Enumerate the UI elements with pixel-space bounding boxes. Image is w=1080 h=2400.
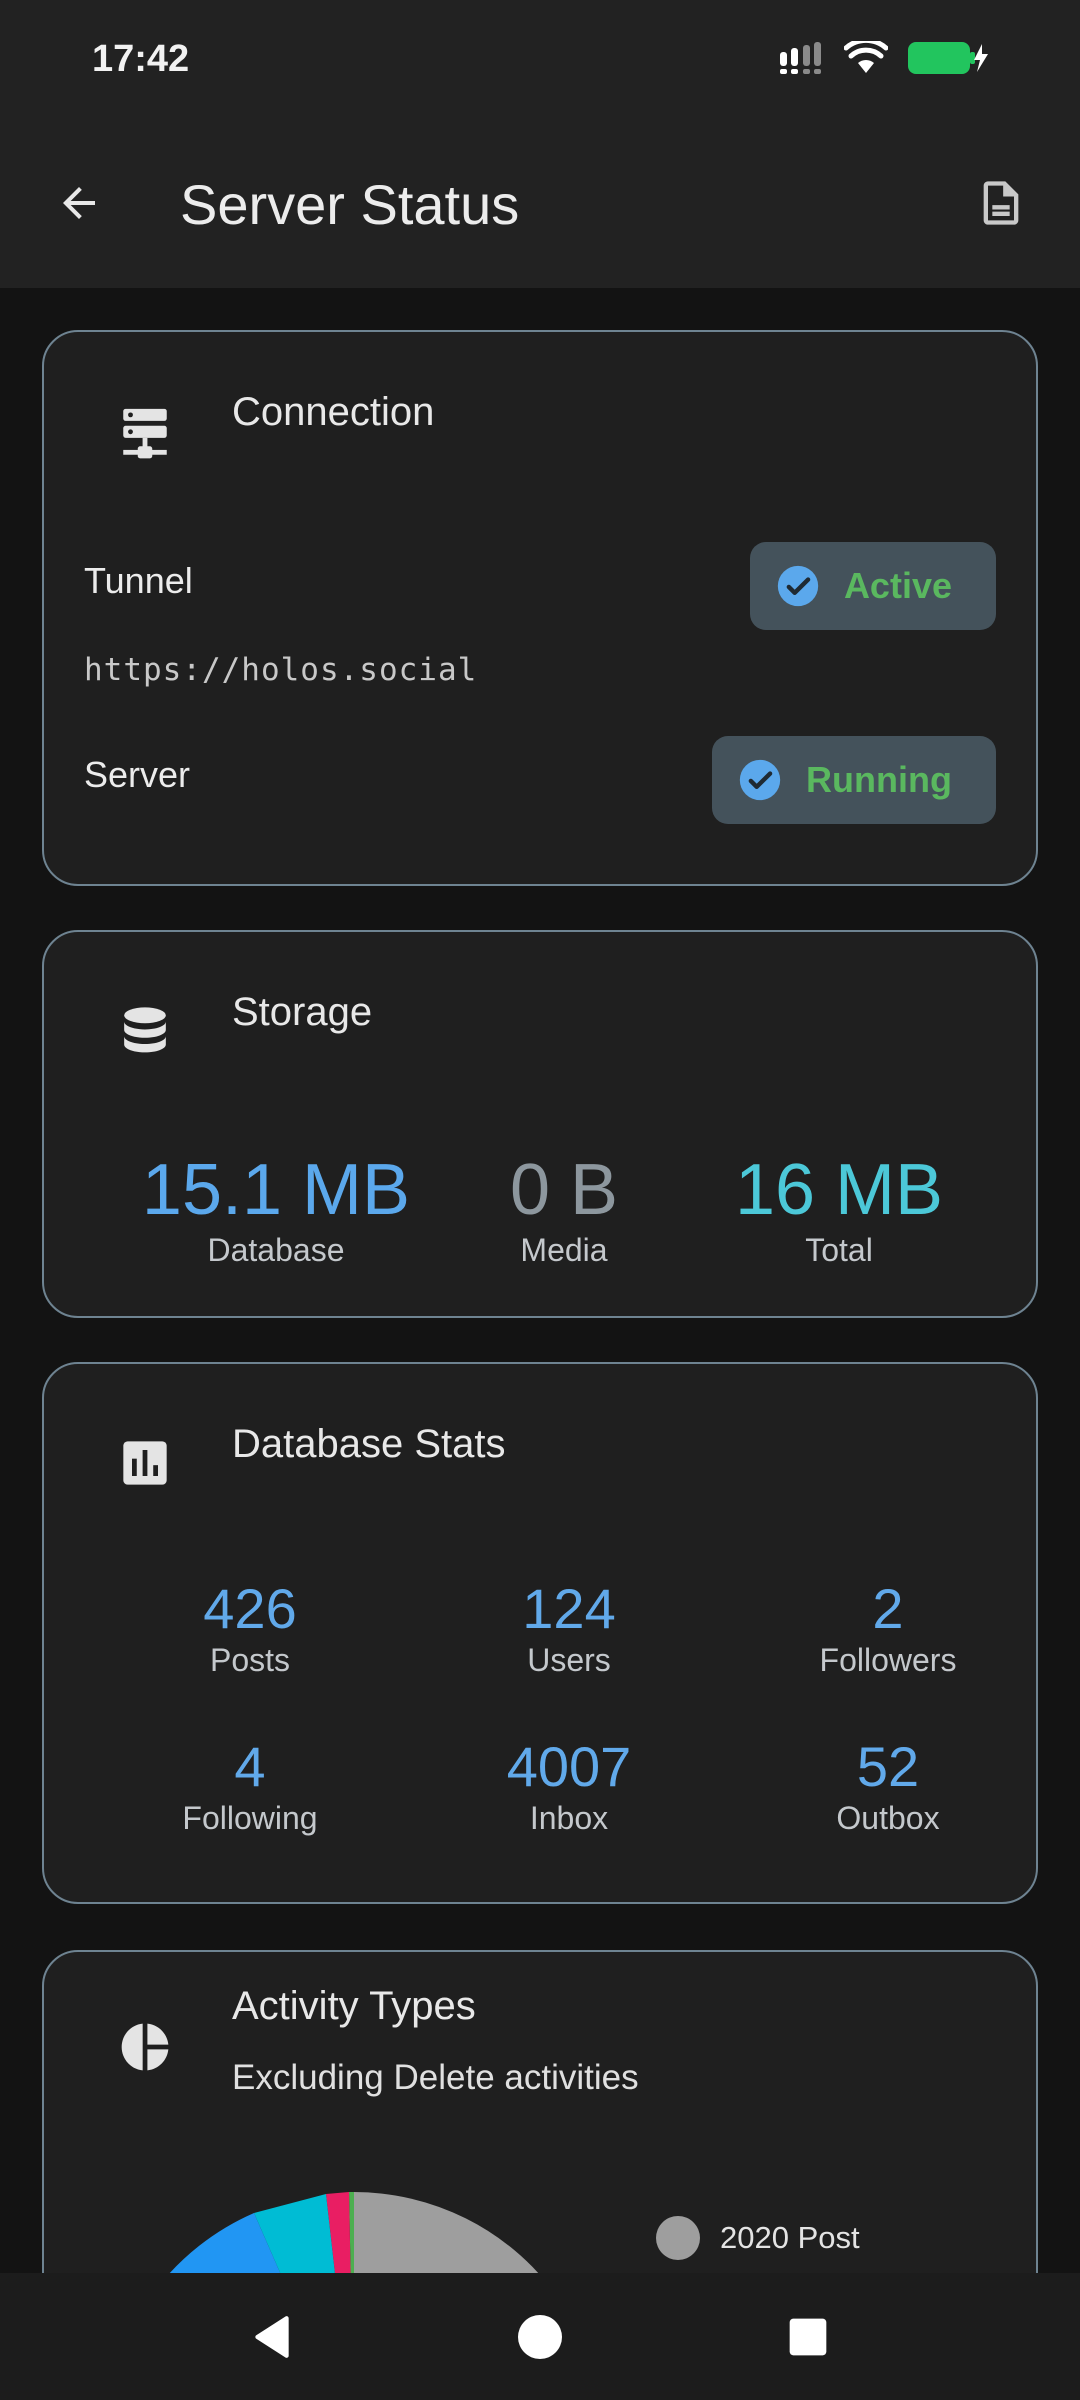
- status-time: 17:42: [92, 38, 190, 80]
- tunnel-status-badge: Active: [749, 542, 996, 630]
- storage-media-stat: 0 B Media: [464, 1150, 664, 1269]
- storage-total-label: Total: [805, 1232, 873, 1268]
- posts-stat: 426 Posts: [100, 1578, 400, 1679]
- storage-total-stat: 16 MB Total: [704, 1150, 974, 1269]
- server-icon: [110, 398, 180, 468]
- nav-back-icon: [255, 2316, 289, 2358]
- nav-home-button[interactable]: [504, 2301, 576, 2373]
- activity-types-subtitle: Excluding Delete activities: [232, 2058, 639, 2097]
- storage-media-value: 0 B: [509, 1150, 619, 1230]
- followers-value: 2: [872, 1577, 904, 1640]
- storage-card: Storage 15.1 MB Database 0 B Media 16 MB…: [42, 930, 1038, 1318]
- following-stat: 4 Following: [100, 1736, 400, 1837]
- followers-label: Followers: [819, 1642, 957, 1678]
- tunnel-label: Tunnel: [84, 560, 193, 601]
- posts-label: Posts: [209, 1642, 291, 1678]
- tunnel-url: https://holos.social: [84, 652, 478, 688]
- server-label: Server: [84, 754, 191, 795]
- inbox-stat: 4007 Inbox: [419, 1736, 719, 1837]
- connection-card: Connection Tunnel Active https://holos.s…: [42, 330, 1038, 886]
- inbox-label: Inbox: [529, 1800, 609, 1836]
- signal-icon: [778, 42, 824, 79]
- system-nav-bar: [0, 2273, 1080, 2400]
- storage-database-stat: 15.1 MB Database: [126, 1150, 426, 1269]
- logs-button[interactable]: [968, 170, 1034, 236]
- storage-database-label: Database: [207, 1232, 345, 1268]
- check-circle-icon: [739, 759, 781, 801]
- storage-total-value: 16 MB: [734, 1150, 944, 1230]
- legend-dot: [656, 2216, 700, 2260]
- outbox-value: 52: [856, 1735, 920, 1798]
- users-value: 124: [522, 1577, 616, 1640]
- pie-chart-icon: [110, 2012, 180, 2082]
- nav-home-icon: [518, 2315, 562, 2359]
- back-button[interactable]: [46, 170, 112, 236]
- activity-types-title: Activity Types: [232, 1984, 476, 2028]
- check-circle-icon: [777, 565, 819, 607]
- wifi-icon: [843, 37, 889, 80]
- activity-pie-chart: [169, 2192, 539, 2273]
- users-label: Users: [527, 1642, 611, 1678]
- following-value: 4: [234, 1735, 266, 1798]
- outbox-stat: 52 Outbox: [738, 1736, 1038, 1837]
- page-title: Server Status: [180, 173, 520, 236]
- nav-recents-button[interactable]: [772, 2301, 844, 2373]
- database-stats-title: Database Stats: [232, 1422, 506, 1466]
- status-icons: [778, 37, 990, 81]
- inbox-value: 4007: [506, 1735, 632, 1798]
- users-stat: 124 Users: [419, 1578, 719, 1679]
- nav-recents-icon: [789, 2318, 827, 2356]
- posts-value: 426: [203, 1577, 297, 1640]
- storage-media-label: Media: [520, 1232, 608, 1268]
- bar-chart-icon: [110, 1428, 180, 1498]
- tunnel-status-text: Active: [843, 565, 952, 606]
- server-status-badge: Running: [712, 736, 996, 824]
- following-label: Following: [182, 1800, 318, 1836]
- arrow-back-icon: [63, 187, 95, 219]
- activity-types-card: Activity Types Excluding Delete activiti…: [42, 1950, 1038, 2273]
- content-scroll[interactable]: Connection Tunnel Active https://holos.s…: [0, 288, 1080, 2273]
- server-status-text: Running: [806, 759, 952, 800]
- followers-stat: 2 Followers: [738, 1578, 1038, 1679]
- storage-title: Storage: [232, 990, 373, 1034]
- storage-database-value: 15.1 MB: [141, 1150, 411, 1230]
- app-bar: Server Status: [0, 110, 1080, 288]
- database-stats-card: Database Stats 426 Posts 124 Users 2 Fol…: [42, 1362, 1038, 1904]
- legend-item-post: 2020 Post: [656, 2216, 860, 2260]
- pie-slice-post: [354, 2192, 539, 2273]
- database-icon: [110, 998, 180, 1068]
- nav-back-button[interactable]: [236, 2301, 308, 2373]
- battery-charging-icon: [908, 40, 990, 81]
- outbox-label: Outbox: [836, 1800, 940, 1836]
- connection-title: Connection: [232, 390, 435, 434]
- status-bar: 17:42: [0, 0, 1080, 110]
- legend-label: 2020 Post: [720, 2220, 860, 2255]
- document-icon: [983, 181, 1019, 225]
